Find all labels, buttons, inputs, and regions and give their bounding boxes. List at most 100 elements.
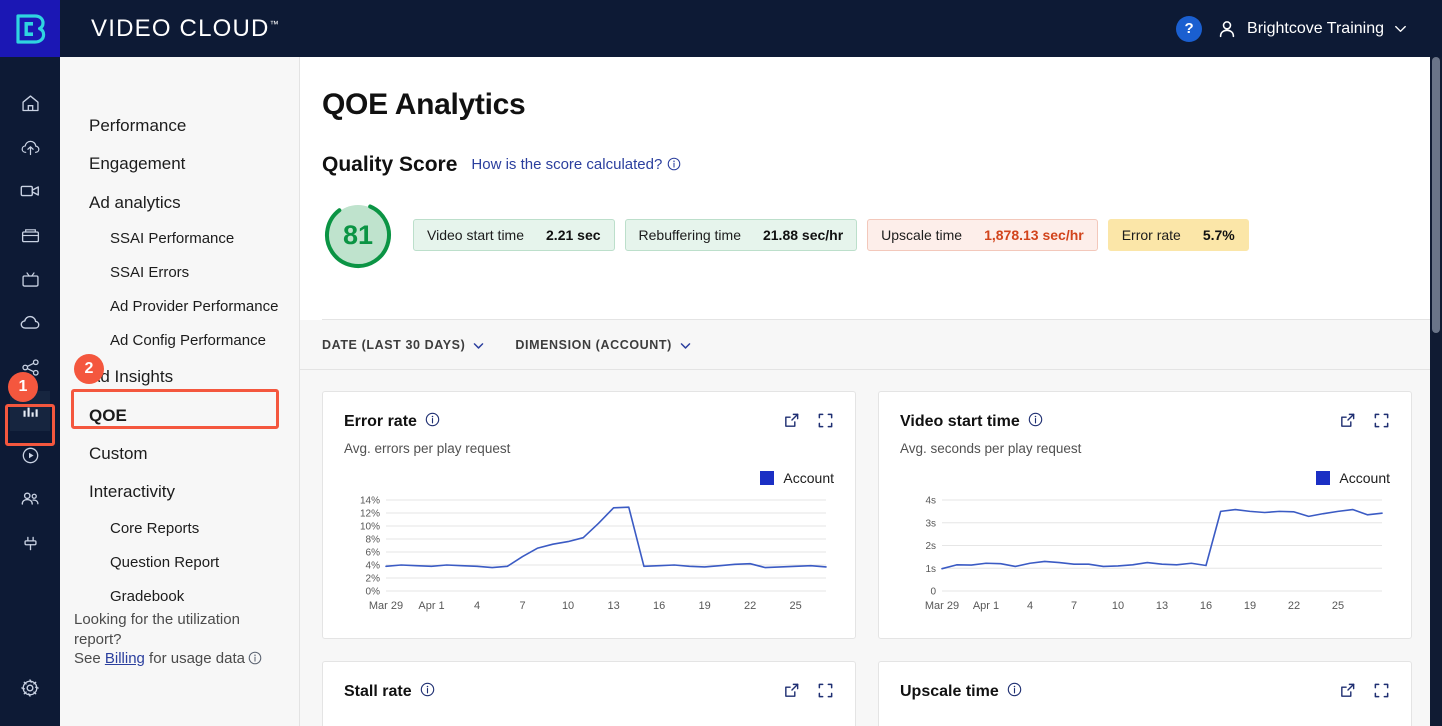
metric-value: 2.21 sec <box>546 227 601 243</box>
bar-chart-icon <box>20 401 41 422</box>
chevron-down-icon <box>1393 21 1408 36</box>
person-icon <box>1216 18 1238 40</box>
external-link-icon[interactable] <box>783 682 800 699</box>
rail-item-audience[interactable] <box>10 479 50 519</box>
card-header: Upscale time <box>900 682 1390 702</box>
metric-pill-error-rate[interactable]: Error rate 5.7% <box>1108 219 1249 251</box>
expand-icon[interactable] <box>817 682 834 699</box>
brightcove-logo[interactable] <box>0 0 60 57</box>
main-panel: QOE Analytics Quality Score How is the s… <box>300 57 1430 726</box>
score-calculation-link[interactable]: How is the score calculated? <box>471 156 681 175</box>
sidebar-footer-line2: See Billing for usage data <box>74 649 279 670</box>
cloud-upload-icon <box>20 137 41 158</box>
chevron-down-icon <box>472 339 485 352</box>
brightcove-b-logo-icon <box>13 12 47 46</box>
svg-text:12%: 12% <box>360 509 380 520</box>
svg-text:8%: 8% <box>366 535 381 546</box>
rail-item-settings[interactable] <box>10 668 50 708</box>
sidebar-item-qoe[interactable]: QOE <box>60 397 299 435</box>
svg-text:16: 16 <box>1200 600 1212 612</box>
play-circle-icon <box>20 445 41 466</box>
svg-text:0%: 0% <box>366 587 381 598</box>
quality-score-label: Quality Score <box>322 153 457 177</box>
svg-text:4: 4 <box>1027 600 1033 612</box>
sidebar-item-ad-config-performance[interactable]: Ad Config Performance <box>60 324 299 358</box>
help-button[interactable]: ? <box>1176 16 1202 42</box>
external-link-icon[interactable] <box>1339 682 1356 699</box>
legend-swatch <box>760 471 774 485</box>
sidebar-item-core-reports[interactable]: Core Reports <box>60 512 299 546</box>
sidebar-item-ad-provider-performance[interactable]: Ad Provider Performance <box>60 290 299 324</box>
rail-item-cloud[interactable] <box>10 303 50 343</box>
sidebar-item-performance[interactable]: Performance <box>60 107 299 145</box>
chart-legend: Account <box>900 470 1390 486</box>
expand-icon[interactable] <box>817 412 834 429</box>
rail-item-live[interactable] <box>10 259 50 299</box>
metric-pill-upscale-time[interactable]: Upscale time 1,878.13 sec/hr <box>867 219 1098 251</box>
metric-name: Error rate <box>1122 227 1181 243</box>
svg-text:14%: 14% <box>360 496 380 507</box>
card-title-text: Error rate <box>344 413 417 431</box>
chart-svg: 0%2%4%6%8%10%12%14%Mar 29Apr 14710131619… <box>344 492 834 617</box>
info-circle-icon[interactable] <box>425 412 440 432</box>
filter-bar: DATE (LAST 30 DAYS) DIMENSION (ACCOUNT) <box>300 320 1430 370</box>
sidebar-item-ssai-errors[interactable]: SSAI Errors <box>60 256 299 290</box>
annotation-badge-1: 1 <box>8 372 38 402</box>
rail-item-media[interactable] <box>10 171 50 211</box>
chart-video-start-time[interactable]: 01s2s3s4sMar 29Apr 147101316192225 <box>900 492 1390 622</box>
film-icon <box>20 225 41 246</box>
svg-text:10%: 10% <box>360 522 380 533</box>
filter-date-label: DATE (LAST 30 DAYS) <box>322 338 465 352</box>
billing-link[interactable]: Billing <box>105 650 145 667</box>
card-actions <box>783 412 834 429</box>
expand-icon[interactable] <box>1373 682 1390 699</box>
rail-item-upload[interactable] <box>10 127 50 167</box>
annotation-badge-2: 2 <box>74 354 104 384</box>
svg-text:16: 16 <box>653 600 665 612</box>
svg-text:Mar 29: Mar 29 <box>925 600 959 612</box>
info-circle-icon[interactable] <box>667 157 681 175</box>
chart-error-rate[interactable]: 0%2%4%6%8%10%12%14%Mar 29Apr 14710131619… <box>344 492 834 622</box>
card-title-text: Video start time <box>900 413 1020 431</box>
filter-date[interactable]: DATE (LAST 30 DAYS) <box>322 338 485 352</box>
plug-icon <box>20 533 41 554</box>
svg-text:19: 19 <box>1244 600 1256 612</box>
secondary-sidebar: Performance Engagement Ad analytics SSAI… <box>60 57 300 726</box>
sidebar-item-ad-analytics[interactable]: Ad analytics <box>60 184 299 222</box>
scrollbar-thumb[interactable] <box>1432 57 1440 333</box>
top-bar: VIDEO CLOUD™ ? Brightcove Training <box>0 0 1442 57</box>
info-circle-icon[interactable] <box>1028 412 1043 432</box>
rail-item-home[interactable] <box>10 83 50 123</box>
metric-pill-rebuffering-time[interactable]: Rebuffering time 21.88 sec/hr <box>625 219 858 251</box>
rail-item-playlists[interactable] <box>10 215 50 255</box>
sidebar-item-engagement[interactable]: Engagement <box>60 145 299 183</box>
card-title: Stall rate <box>344 682 435 702</box>
sidebar-footer-prefix: See <box>74 650 105 667</box>
metric-pills: Video start time 2.21 sec Rebuffering ti… <box>413 219 1249 251</box>
svg-text:Apr 1: Apr 1 <box>973 600 999 612</box>
legend-label: Account <box>1339 470 1390 486</box>
expand-icon[interactable] <box>1373 412 1390 429</box>
user-menu[interactable]: Brightcove Training <box>1216 18 1408 40</box>
external-link-icon[interactable] <box>1339 412 1356 429</box>
card-header: Video start time <box>900 412 1390 432</box>
rail-item-integrations[interactable] <box>10 523 50 563</box>
info-circle-icon[interactable] <box>1007 682 1022 702</box>
external-link-icon[interactable] <box>783 412 800 429</box>
sidebar-item-ssai-performance[interactable]: SSAI Performance <box>60 222 299 256</box>
filter-dimension[interactable]: DIMENSION (ACCOUNT) <box>515 338 692 352</box>
sidebar-item-custom[interactable]: Custom <box>60 435 299 473</box>
info-circle-icon[interactable] <box>420 682 435 702</box>
svg-text:Mar 29: Mar 29 <box>369 600 403 612</box>
metric-value: 5.7% <box>1203 227 1235 243</box>
rail-item-players[interactable] <box>10 435 50 475</box>
main-header: QOE Analytics Quality Score How is the s… <box>300 57 1430 320</box>
sidebar-item-question-report[interactable]: Question Report <box>60 546 299 580</box>
metric-pill-video-start-time[interactable]: Video start time 2.21 sec <box>413 219 615 251</box>
vertical-scrollbar[interactable] <box>1430 57 1442 726</box>
sidebar-item-gradebook[interactable]: Gradebook <box>60 580 299 614</box>
sidebar-item-interactivity[interactable]: Interactivity <box>60 473 299 511</box>
card-header: Error rate <box>344 412 834 432</box>
card-title-text: Stall rate <box>344 683 412 701</box>
info-circle-icon[interactable] <box>248 651 262 670</box>
